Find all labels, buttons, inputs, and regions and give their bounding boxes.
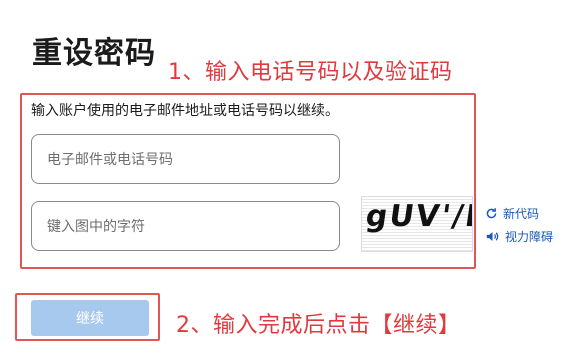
speaker-icon xyxy=(485,230,500,243)
audio-label: 视力障碍 xyxy=(505,230,554,244)
new-code-link[interactable]: 新代码 xyxy=(485,205,539,222)
annotation-step2: 2、输入完成后点击【继续】 xyxy=(176,313,461,338)
audio-captcha-link[interactable]: 视力障碍 xyxy=(485,228,553,245)
captcha-input[interactable]: 键入图中的字符 xyxy=(31,201,340,251)
continue-button[interactable]: 继续 xyxy=(31,300,149,336)
captcha-text: gUV'/D xyxy=(363,199,473,234)
captcha-input-placeholder: 键入图中的字符 xyxy=(47,219,145,235)
form-instruction: 输入账户使用的电子邮件地址或电话号码以继续。 xyxy=(31,103,339,119)
page-title: 重设密码 xyxy=(32,36,156,71)
annotation-step1: 1、输入电话号码以及验证码 xyxy=(168,60,453,85)
refresh-icon xyxy=(485,207,498,220)
new-code-label: 新代码 xyxy=(503,207,540,221)
email-or-phone-input[interactable]: 电子邮件或电话号码 xyxy=(31,134,340,184)
email-or-phone-placeholder: 电子邮件或电话号码 xyxy=(47,152,173,168)
captcha-image: gUV'/D xyxy=(361,196,473,252)
